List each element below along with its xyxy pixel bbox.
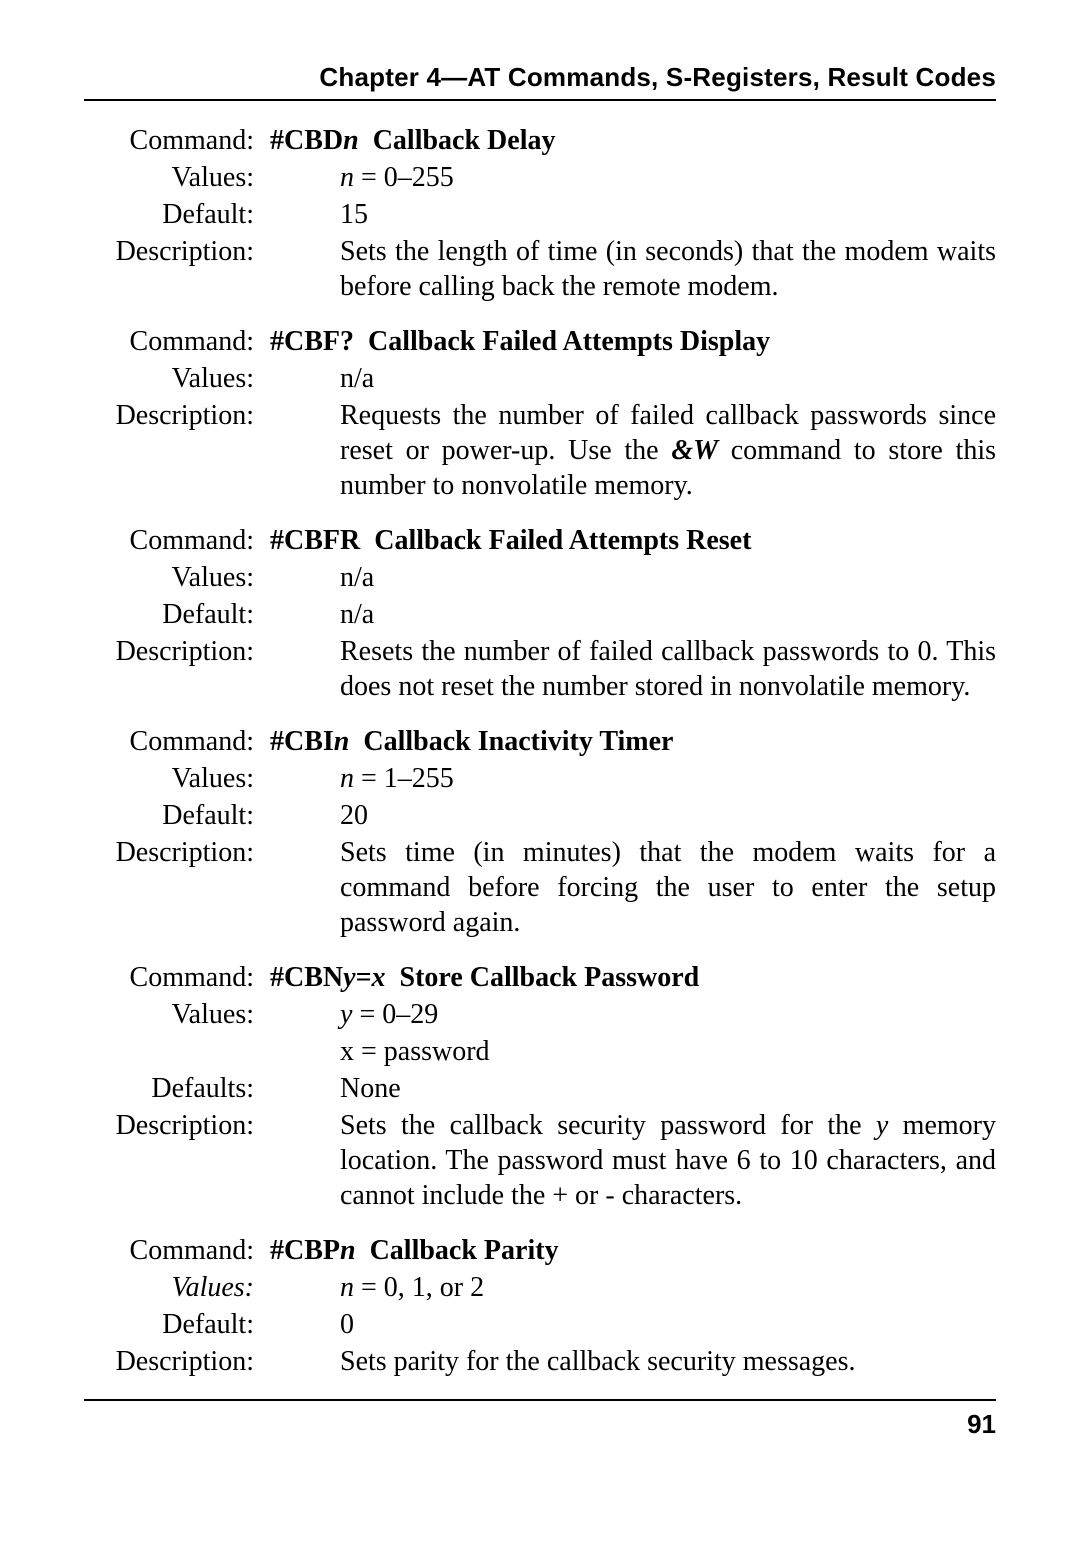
command-title: #CBIn Callback Inactivity Timer — [262, 724, 996, 759]
label-command: Command: — [84, 724, 262, 759]
page-number: 91 — [84, 1409, 996, 1440]
label-values: Values: — [84, 997, 262, 1032]
command-title: #CBF? Callback Failed Attempts Display — [262, 324, 996, 359]
value-text: n = 0–255 — [262, 160, 996, 195]
label-default: Default: — [84, 597, 262, 632]
page-container: Chapter 4—AT Commands, S-Registers, Resu… — [0, 0, 1080, 1553]
label-command: Command: — [84, 523, 262, 558]
value-text: 15 — [262, 197, 996, 232]
description-text: Resets the number of failed callback pas… — [262, 634, 996, 704]
value-text: n = 0, 1, or 2 — [262, 1270, 996, 1305]
label-command: Command: — [84, 960, 262, 995]
label-default: Default: — [84, 197, 262, 232]
value-text: n/a — [262, 560, 996, 595]
label-values: Values: — [84, 361, 262, 396]
command-title: #CBNy=x Store Callback Password — [262, 960, 996, 995]
label-values: Values: — [84, 761, 262, 796]
command-title: #CBPn Callback Parity — [262, 1233, 996, 1268]
label-description: Description: — [84, 1344, 262, 1379]
label-default: Default: — [84, 798, 262, 833]
label-values: Values: — [84, 1270, 262, 1305]
label-command: Command: — [84, 123, 262, 158]
footer-rule — [84, 1399, 996, 1401]
command-block-cbpn: Command: #CBPn Callback Parity Values: n… — [84, 1233, 996, 1379]
command-block-cbdn: Command: #CBDn Callback Delay Values: n … — [84, 123, 996, 304]
command-block-cbin: Command: #CBIn Callback Inactivity Timer… — [84, 724, 996, 940]
chapter-header: Chapter 4—AT Commands, S-Registers, Resu… — [84, 62, 996, 101]
label-description: Description: — [84, 398, 262, 503]
command-title: #CBFR Callback Failed Attempts Reset — [262, 523, 996, 558]
label-command: Command: — [84, 324, 262, 359]
value-text: y = 0–29 — [262, 997, 996, 1032]
value-text: 20 — [262, 798, 996, 833]
label-description: Description: — [84, 835, 262, 940]
label-command: Command: — [84, 1233, 262, 1268]
value-text: x = password — [262, 1034, 996, 1069]
label-defaults: Defaults: — [84, 1071, 262, 1106]
label-description: Description: — [84, 1108, 262, 1213]
command-block-cbny: Command: #CBNy=x Store Callback Password… — [84, 960, 996, 1213]
label-values: Values: — [84, 560, 262, 595]
command-block-cbfr: Command: #CBFR Callback Failed Attempts … — [84, 523, 996, 704]
value-text: n/a — [262, 361, 996, 396]
value-text: 0 — [262, 1307, 996, 1342]
description-text: Sets time (in minutes) that the modem wa… — [262, 835, 996, 940]
value-text: n = 1–255 — [262, 761, 996, 796]
value-text: None — [262, 1071, 996, 1106]
description-text: Sets the length of time (in seconds) tha… — [262, 234, 996, 304]
label-description: Description: — [84, 634, 262, 704]
description-text: Requests the number of failed callback p… — [262, 398, 996, 503]
description-text: Sets the callback security password for … — [262, 1108, 996, 1213]
label-description: Description: — [84, 234, 262, 304]
label-default: Default: — [84, 1307, 262, 1342]
value-text: n/a — [262, 597, 996, 632]
description-text: Sets parity for the callback security me… — [262, 1344, 996, 1379]
command-block-cbf: Command: #CBF? Callback Failed Attempts … — [84, 324, 996, 503]
label-blank — [84, 1034, 262, 1069]
label-values: Values: — [84, 160, 262, 195]
command-title: #CBDn Callback Delay — [262, 123, 996, 158]
